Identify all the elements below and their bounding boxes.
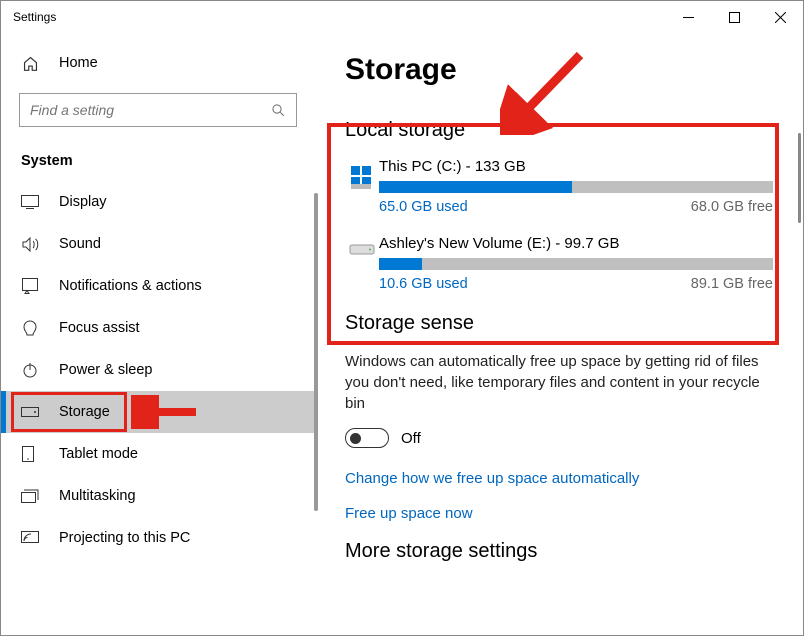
drive-row[interactable]: This PC (C:) - 133 GB 65.0 GB used 68.0 … [345, 158, 773, 215]
storage-sense-toggle[interactable] [345, 428, 389, 448]
close-button[interactable] [757, 1, 803, 33]
sidebar-item-label: Storage [59, 404, 110, 420]
free-up-now-link[interactable]: Free up space now [345, 505, 773, 522]
drive-used: 65.0 GB used [379, 199, 468, 215]
search-box[interactable] [19, 93, 297, 127]
sidebar-item-tablet-mode[interactable]: Tablet mode [1, 433, 315, 475]
sidebar-home-label: Home [59, 55, 98, 71]
minimize-button[interactable] [665, 1, 711, 33]
main-content: Storage Local storage This PC (C:) - 133… [315, 33, 803, 635]
sidebar-item-notifications[interactable]: Notifications & actions [1, 265, 315, 307]
sidebar-item-label: Power & sleep [59, 362, 153, 378]
drive-name: This PC (C:) - 133 GB [379, 158, 773, 175]
display-icon [21, 193, 39, 211]
usage-bar [379, 258, 773, 270]
sidebar-item-display[interactable]: Display [1, 181, 315, 223]
search-icon [271, 103, 286, 118]
sidebar-item-label: Notifications & actions [59, 278, 202, 294]
sidebar-home[interactable]: Home [1, 43, 315, 83]
sidebar-item-multitasking[interactable]: Multitasking [1, 475, 315, 517]
notifications-icon [21, 277, 39, 295]
focus-assist-icon [21, 319, 39, 337]
sidebar-item-label: Multitasking [59, 488, 136, 504]
sidebar-item-label: Tablet mode [59, 446, 138, 462]
change-free-up-link[interactable]: Change how we free up space automaticall… [345, 470, 773, 487]
sidebar: Home System Display Sound Notifications … [1, 33, 315, 635]
sidebar-item-label: Projecting to this PC [59, 530, 190, 546]
usage-bar [379, 181, 773, 193]
main-scrollbar[interactable] [798, 133, 801, 223]
storage-icon [21, 403, 39, 421]
page-title: Storage [345, 53, 773, 87]
sidebar-category: System [1, 143, 315, 181]
power-icon [21, 361, 39, 379]
storage-sense-title: Storage sense [345, 312, 773, 335]
home-icon [21, 54, 39, 72]
local-storage-title: Local storage [345, 119, 773, 142]
selected-marker [1, 391, 6, 433]
more-storage-title: More storage settings [345, 540, 773, 563]
titlebar: Settings [1, 1, 803, 33]
maximize-button[interactable] [711, 1, 757, 33]
sidebar-item-sound[interactable]: Sound [1, 223, 315, 265]
sidebar-item-label: Display [59, 194, 107, 210]
window-title: Settings [13, 10, 665, 24]
storage-sense-description: Windows can automatically free up space … [345, 351, 765, 414]
sidebar-item-label: Focus assist [59, 320, 140, 336]
toggle-state-label: Off [401, 430, 421, 447]
drive-used: 10.6 GB used [379, 276, 468, 292]
sound-icon [21, 235, 39, 253]
sidebar-item-storage[interactable]: Storage [1, 391, 315, 433]
sidebar-item-focus-assist[interactable]: Focus assist [1, 307, 315, 349]
drive-free: 68.0 GB free [691, 199, 773, 215]
sidebar-item-power-sleep[interactable]: Power & sleep [1, 349, 315, 391]
drive-row[interactable]: Ashley's New Volume (E:) - 99.7 GB 10.6 … [345, 235, 773, 292]
tablet-icon [21, 445, 39, 463]
drive-name: Ashley's New Volume (E:) - 99.7 GB [379, 235, 773, 252]
drive-os-icon [345, 158, 379, 215]
drive-hdd-icon [345, 235, 379, 292]
projecting-icon [21, 529, 39, 547]
sidebar-item-label: Sound [59, 236, 101, 252]
search-input[interactable] [30, 102, 271, 118]
drive-free: 89.1 GB free [691, 276, 773, 292]
window-controls [665, 1, 803, 33]
sidebar-item-projecting[interactable]: Projecting to this PC [1, 517, 315, 559]
multitasking-icon [21, 487, 39, 505]
